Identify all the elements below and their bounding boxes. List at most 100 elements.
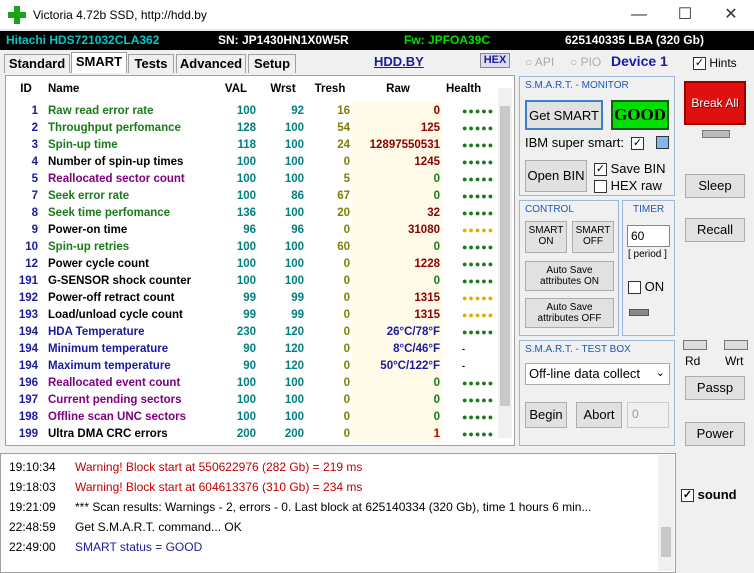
col-raw[interactable]: Raw bbox=[352, 76, 442, 102]
table-row[interactable]: 194 HDA Temperature 230 120 0 26°C/78°F ●●●●● bbox=[6, 323, 510, 340]
tab-advanced[interactable]: Advanced bbox=[176, 54, 246, 73]
table-row[interactable]: 2 Throughput perfomance 128 100 54 125 ●●●●● bbox=[6, 119, 510, 136]
col-tresh[interactable]: Tresh bbox=[306, 76, 352, 102]
col-id[interactable]: ID bbox=[6, 76, 46, 102]
table-row[interactable]: 191 G-SENSOR shock counter 100 100 0 0 ●●●●● bbox=[6, 272, 510, 289]
recall-button[interactable]: Recall bbox=[685, 218, 745, 242]
col-val[interactable]: VAL bbox=[212, 76, 258, 102]
table-row[interactable]: 198 Offline scan UNC sectors 100 100 0 0 ●●●●● bbox=[6, 408, 510, 425]
row-val: 100 bbox=[236, 104, 256, 117]
maximize-button[interactable]: ☐ bbox=[662, 0, 708, 30]
color-indicator[interactable] bbox=[656, 136, 669, 149]
auto-save-off-button[interactable]: Auto Save attributes OFF bbox=[525, 298, 614, 328]
row-raw: 0 bbox=[352, 102, 442, 119]
row-raw: 8°C/46°F bbox=[352, 340, 442, 357]
log-scroll-thumb[interactable] bbox=[661, 527, 671, 557]
hex-raw-label: HEX raw bbox=[610, 178, 662, 193]
pio-label: PIO bbox=[580, 55, 602, 69]
ibm-checkbox[interactable]: ✓ bbox=[631, 136, 644, 151]
table-row[interactable]: 10 Spin-up retries 100 100 60 0 ●●●●● bbox=[6, 238, 510, 255]
test-box-title: S.M.A.R.T. - TEST BOX bbox=[525, 344, 631, 355]
hddby-link[interactable]: HDD.BY bbox=[374, 54, 424, 69]
rd-label: Rd bbox=[685, 354, 701, 368]
row-wrst: 100 bbox=[284, 240, 304, 253]
sound-label: sound bbox=[697, 487, 737, 502]
tab-setup[interactable]: Setup bbox=[248, 54, 296, 73]
row-id: 12 bbox=[25, 257, 38, 270]
pio-radio[interactable]: ○ PIO bbox=[570, 55, 601, 69]
tab-smart[interactable]: SMART bbox=[71, 52, 127, 73]
row-tresh: 60 bbox=[337, 240, 350, 253]
table-row[interactable]: 192 Power-off retract count 99 99 0 1315 ●●●●● bbox=[6, 289, 510, 306]
row-tresh: 5 bbox=[343, 172, 350, 185]
power-button[interactable]: Power bbox=[685, 422, 745, 446]
row-name: Power cycle count bbox=[48, 257, 149, 270]
timer-period-input[interactable]: 60 bbox=[627, 225, 670, 247]
table-row[interactable]: 12 Power cycle count 100 100 0 1228 ●●●●● bbox=[6, 255, 510, 272]
save-bin-checkbox[interactable]: ✓ Save BIN bbox=[594, 161, 666, 177]
abort-button[interactable]: Abort bbox=[576, 402, 622, 428]
row-raw: 0 bbox=[352, 408, 442, 425]
break-all-button[interactable]: Break All bbox=[684, 81, 746, 125]
window-title: Victoria 4.72b SSD, http://hdd.by bbox=[33, 8, 207, 22]
passp-button[interactable]: Passp bbox=[685, 376, 745, 400]
table-row[interactable]: 1 Raw read error rate 100 92 16 0 ●●●●● bbox=[6, 102, 510, 119]
table-row[interactable]: 194 Minimum temperature 90 120 0 8°C/46°F - bbox=[6, 340, 510, 357]
table-row[interactable]: 3 Spin-up time 118 100 24 12897550531 ●●●●● bbox=[6, 136, 510, 153]
begin-button[interactable]: Begin bbox=[525, 402, 567, 428]
minimize-button[interactable]: — bbox=[616, 0, 662, 30]
table-row[interactable]: 199 Ultra DMA CRC errors 200 200 0 1 ●●●●● bbox=[6, 425, 510, 442]
tab-tests[interactable]: Tests bbox=[128, 54, 174, 73]
table-scrollbar[interactable] bbox=[498, 88, 512, 438]
col-wrst[interactable]: Wrst bbox=[258, 76, 306, 102]
row-name: Spin-up retries bbox=[48, 240, 130, 253]
table-row[interactable]: 196 Reallocated event count 100 100 0 0 ●●●●● bbox=[6, 374, 510, 391]
row-tresh: 0 bbox=[343, 359, 350, 372]
table-row[interactable]: 197 Current pending sectors 100 100 0 0 ●●●●● bbox=[6, 391, 510, 408]
api-radio[interactable]: ○ API bbox=[525, 55, 554, 69]
sleep-button[interactable]: Sleep bbox=[685, 174, 745, 198]
table-row[interactable]: 193 Load/unload cycle count 99 99 0 1315 ●●●●● bbox=[6, 306, 510, 323]
test-select-value: Off-line data collect bbox=[529, 366, 641, 381]
table-row[interactable]: 7 Seek error rate 100 86 67 0 ●●●●● bbox=[6, 187, 510, 204]
hints-checkbox[interactable]: ✓ Hints bbox=[693, 56, 737, 71]
table-row[interactable]: 9 Power-on time 96 96 0 31080 ●●●●● bbox=[6, 221, 510, 238]
chevron-down-icon: ⌄ bbox=[655, 367, 665, 379]
wrt-indicator bbox=[724, 340, 748, 350]
table-row[interactable]: 194 Maximum temperature 90 120 0 50°C/122°F - bbox=[6, 357, 510, 374]
row-val: 100 bbox=[236, 189, 256, 202]
row-name: Maximum temperature bbox=[48, 359, 171, 372]
smart-table: ID Name VAL Wrst Tresh Raw Health 1 Raw r… bbox=[5, 75, 515, 446]
sound-checkbox[interactable]: ✓ sound bbox=[681, 487, 737, 503]
device-label[interactable]: Device 1 bbox=[611, 53, 668, 69]
row-raw: 31080 bbox=[352, 221, 442, 238]
smart-monitor-panel: S.M.A.R.T. - MONITOR Get SMART GOOD IBM … bbox=[519, 76, 675, 196]
smart-off-button[interactable]: SMART OFF bbox=[572, 221, 614, 253]
control-panel: CONTROL SMART ON SMART OFF Auto Save att… bbox=[519, 200, 619, 336]
row-wrst: 100 bbox=[284, 121, 304, 134]
ibm-super-smart-label: IBM super smart: bbox=[525, 135, 624, 150]
test-select[interactable]: Off-line data collect ⌄ bbox=[525, 363, 670, 385]
tab-standard[interactable]: Standard bbox=[4, 54, 70, 73]
log-scrollbar[interactable] bbox=[658, 455, 674, 571]
auto-save-on-button[interactable]: Auto Save attributes ON bbox=[525, 261, 614, 291]
open-bin-button[interactable]: Open BIN bbox=[525, 160, 587, 192]
col-name[interactable]: Name bbox=[46, 76, 212, 102]
table-row[interactable]: 8 Seek time perfomance 136 100 20 32 ●●●●● bbox=[6, 204, 510, 221]
row-wrst: 96 bbox=[291, 223, 304, 236]
row-val: 100 bbox=[236, 155, 256, 168]
table-row[interactable]: 5 Reallocated sector count 100 100 5 0 ●●●●● bbox=[6, 170, 510, 187]
table-row[interactable]: 4 Number of spin-up times 100 100 0 1245 ●●●●● bbox=[6, 153, 510, 170]
row-raw: 0 bbox=[352, 187, 442, 204]
scroll-thumb[interactable] bbox=[500, 106, 510, 406]
row-raw: 0 bbox=[352, 238, 442, 255]
hex-button[interactable]: HEX bbox=[480, 53, 510, 68]
test-number-input[interactable]: 0 bbox=[627, 402, 669, 428]
timer-on-checkbox[interactable]: ON bbox=[628, 279, 664, 295]
hex-raw-checkbox[interactable]: HEX raw bbox=[594, 178, 662, 194]
app-icon bbox=[8, 6, 26, 24]
row-wrst: 120 bbox=[284, 325, 304, 338]
close-button[interactable]: ✕ bbox=[708, 0, 754, 30]
smart-on-button[interactable]: SMART ON bbox=[525, 221, 567, 253]
get-smart-button[interactable]: Get SMART bbox=[525, 100, 603, 130]
